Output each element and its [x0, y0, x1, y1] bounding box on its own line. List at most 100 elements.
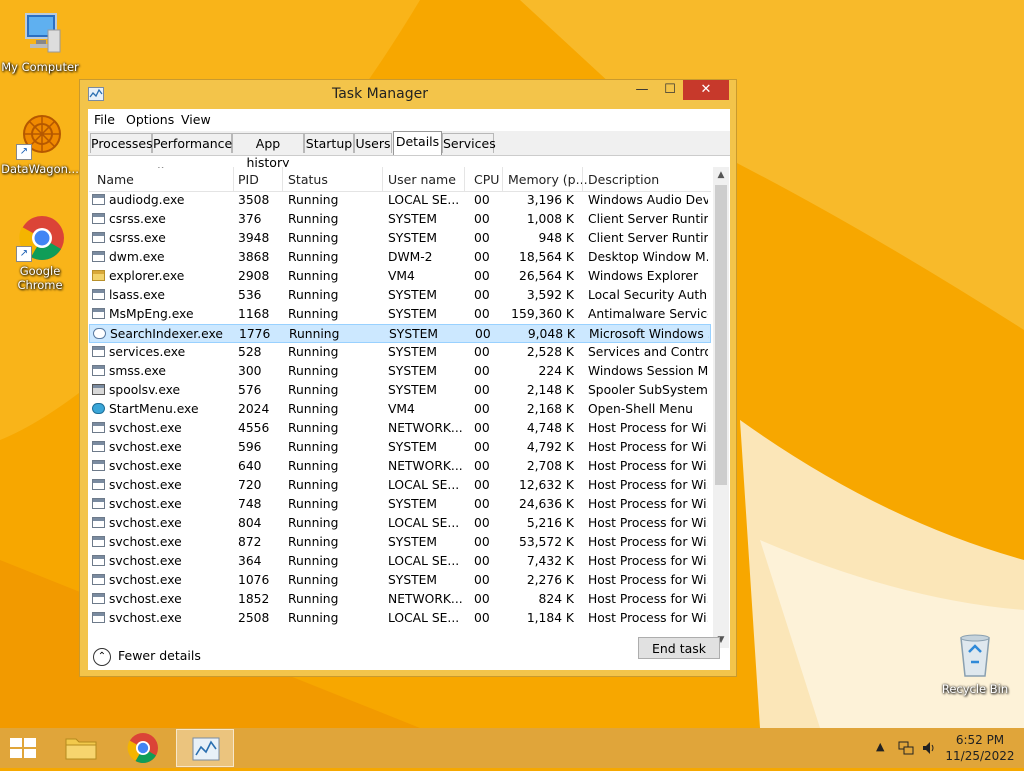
- cell-cpu: 00: [474, 345, 490, 359]
- column-header-memory[interactable]: Memory (p...: [508, 172, 588, 187]
- menu-file[interactable]: File: [94, 112, 115, 127]
- recycle-bin-icon: [960, 634, 990, 677]
- table-row[interactable]: explorer.exe 2908 Running VM4 00 26,564 K Wind…: [89, 267, 711, 286]
- cell-name: audiodg.exe: [109, 193, 185, 207]
- table-row[interactable]: svchost.exe 748 Running SYSTEM 00 24,636 K Hos…: [89, 495, 711, 514]
- cell-status: Running: [288, 611, 339, 625]
- tab-processes[interactable]: Processes: [90, 133, 153, 153]
- window-icon: [92, 194, 105, 205]
- table-row[interactable]: csrss.exe 376 Running SYSTEM 00 1,008 K Client…: [89, 210, 711, 229]
- table-row[interactable]: svchost.exe 596 Running SYSTEM 00 4,792 K Host…: [89, 438, 711, 457]
- cell-user-name: SYSTEM: [388, 497, 438, 511]
- table-row[interactable]: svchost.exe 804 Running LOCAL SE... 00 5,216 …: [89, 514, 711, 533]
- cell-name: csrss.exe: [109, 212, 166, 226]
- table-row[interactable]: audiodg.exe 3508 Running LOCAL SE... 00 3,196…: [89, 191, 711, 210]
- cell-status: Running: [288, 440, 339, 454]
- tab-app-history[interactable]: App history: [232, 133, 304, 170]
- cell-user-name: SYSTEM: [388, 440, 438, 454]
- title-bar[interactable]: Task Manager — ☐ ✕: [80, 80, 736, 108]
- table-row[interactable]: svchost.exe 364 Running LOCAL SE... 00 7,432 …: [89, 552, 711, 571]
- cell-description: Host Process for Wi...: [588, 516, 708, 530]
- show-hidden-icons-chevron-up-icon[interactable]: ▲: [876, 740, 884, 753]
- table-row[interactable]: StartMenu.exe 2024 Running VM4 00 2,168 K Open…: [89, 400, 711, 419]
- scroll-up-arrow-icon[interactable]: ▲: [713, 167, 729, 183]
- tab-details[interactable]: Details: [393, 131, 442, 155]
- cell-description: Host Process for Wi...: [588, 478, 708, 492]
- taskbar-task-manager[interactable]: [176, 729, 234, 767]
- column-header-status[interactable]: Status: [288, 172, 328, 187]
- speaker-icon[interactable]: [921, 740, 937, 756]
- desktop-icon-label: My Computer: [1, 60, 79, 74]
- table-row[interactable]: lsass.exe 536 Running SYSTEM 00 3,592 K Local …: [89, 286, 711, 305]
- cell-description: Host Process for Wi...: [588, 440, 708, 454]
- table-row[interactable]: svchost.exe 2508 Running LOCAL SE... 00 1,184…: [89, 609, 711, 628]
- cell-memory: 12,632 K: [519, 478, 574, 492]
- desktop-icon-my-computer[interactable]: My Computer: [0, 10, 80, 74]
- taskbar-clock[interactable]: 6:52 PM 11/25/2022: [940, 732, 1020, 764]
- window-icon: [92, 498, 105, 509]
- tab-performance[interactable]: Performance: [152, 133, 232, 153]
- cell-status: Running: [288, 212, 339, 226]
- sort-ascending-icon: ^: [157, 167, 165, 175]
- menu-options[interactable]: Options: [126, 112, 174, 127]
- cell-description: Host Process for Wi...: [588, 497, 708, 511]
- desktop-icon-recycle-bin[interactable]: Recycle Bin: [935, 632, 1015, 696]
- cell-cpu: 00: [474, 193, 490, 207]
- window-footer: ⌃ Fewer details End task: [88, 637, 730, 670]
- tab-users[interactable]: Users: [354, 133, 392, 153]
- vertical-scrollbar[interactable]: ▲ ▼: [713, 167, 729, 648]
- menu-view[interactable]: View: [181, 112, 211, 127]
- tab-services[interactable]: Services: [442, 133, 496, 153]
- close-button[interactable]: ✕: [683, 80, 729, 100]
- end-task-button[interactable]: End task: [638, 637, 720, 659]
- table-row[interactable]: svchost.exe 1076 Running SYSTEM 00 2,276 K Hos…: [89, 571, 711, 590]
- table-row[interactable]: dwm.exe 3868 Running DWM-2 00 18,564 K Desktop…: [89, 248, 711, 267]
- table-row[interactable]: svchost.exe 872 Running SYSTEM 00 53,572 K Hos…: [89, 533, 711, 552]
- start-button-windows-icon[interactable]: [8, 736, 38, 760]
- tab-startup[interactable]: Startup: [304, 133, 354, 153]
- window-icon: [92, 612, 105, 623]
- table-row[interactable]: svchost.exe 4556 Running NETWORK... 00 4,748 …: [89, 419, 711, 438]
- column-header-name[interactable]: Name: [97, 172, 134, 187]
- cell-status: Running: [288, 592, 339, 606]
- table-row[interactable]: svchost.exe 640 Running NETWORK... 00 2,708 K…: [89, 457, 711, 476]
- column-header-cpu[interactable]: CPU: [474, 172, 499, 187]
- cell-memory: 18,564 K: [519, 250, 574, 264]
- desktop-icon-label: Google Chrome: [17, 264, 63, 292]
- table-row[interactable]: spoolsv.exe 576 Running SYSTEM 00 2,148 K Spoo…: [89, 381, 711, 400]
- column-header-description[interactable]: Description: [588, 172, 659, 187]
- window-icon: [92, 460, 105, 471]
- fewer-details-button[interactable]: ⌃ Fewer details: [93, 645, 201, 667]
- desktop-icon-google-chrome[interactable]: ↗ Google Chrome: [0, 214, 80, 292]
- cell-user-name: VM4: [388, 269, 415, 283]
- cell-name: svchost.exe: [109, 497, 182, 511]
- cell-pid: 300: [238, 364, 262, 378]
- cell-status: Running: [288, 345, 339, 359]
- cell-description: Windows Audio Dev...: [588, 193, 708, 207]
- cell-user-name: SYSTEM: [388, 231, 438, 245]
- scroll-thumb[interactable]: [715, 185, 727, 485]
- column-header-pid[interactable]: PID: [238, 172, 259, 187]
- task-manager-icon: [192, 737, 220, 761]
- maximize-button[interactable]: ☐: [657, 80, 683, 100]
- table-row-selected[interactable]: SearchIndexer.exe 1776 Running SYSTEM 00 9,04…: [89, 324, 711, 343]
- column-header-user-name[interactable]: User name: [388, 172, 456, 187]
- taskbar-file-explorer[interactable]: [52, 729, 110, 767]
- taskbar-chrome[interactable]: [114, 729, 172, 767]
- cell-memory: 53,572 K: [519, 535, 574, 549]
- network-icon[interactable]: [898, 740, 914, 756]
- table-row[interactable]: MsMpEng.exe 1168 Running SYSTEM 00 159,360 K A…: [89, 305, 711, 324]
- task-manager-window[interactable]: Task Manager — ☐ ✕ File Options View Pro…: [79, 79, 737, 677]
- table-row[interactable]: svchost.exe 720 Running LOCAL SE... 00 12,632…: [89, 476, 711, 495]
- minimize-button[interactable]: —: [629, 80, 655, 100]
- table-row[interactable]: services.exe 528 Running SYSTEM 00 2,528 K Ser…: [89, 343, 711, 362]
- cell-memory: 9,048 K: [527, 327, 575, 341]
- desktop-icon-datawagon[interactable]: ↗ DataWagon...: [0, 112, 80, 176]
- cell-pid: 2024: [238, 402, 270, 416]
- cell-cpu: 00: [474, 269, 490, 283]
- window-client: File Options View Processes Performance …: [88, 109, 730, 670]
- cell-user-name: SYSTEM: [388, 364, 438, 378]
- table-row[interactable]: csrss.exe 3948 Running SYSTEM 00 948 K Client …: [89, 229, 711, 248]
- table-row[interactable]: svchost.exe 1852 Running NETWORK... 00 824 K H…: [89, 590, 711, 609]
- table-row[interactable]: smss.exe 300 Running SYSTEM 00 224 K Windows S…: [89, 362, 711, 381]
